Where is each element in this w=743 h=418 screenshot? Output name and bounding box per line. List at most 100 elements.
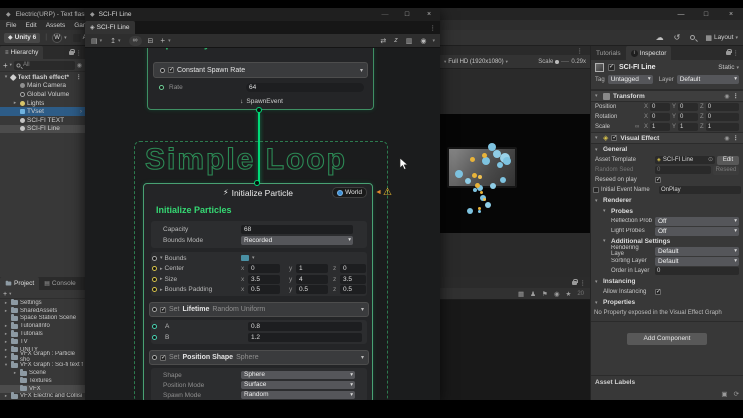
project-folder-row[interactable]: ▸ Scene [0,369,85,377]
minimize-button[interactable]: — [377,11,393,18]
hierarchy-item[interactable]: SCI-FI TEXT [0,116,85,125]
y-field[interactable]: 1 [678,123,699,131]
expander-icon[interactable]: ▸ [3,339,9,345]
chevron-down-icon[interactable]: ▾ [118,38,121,44]
init-input-port[interactable] [254,180,260,186]
expander-icon[interactable]: ▸ [3,393,9,399]
z-field[interactable]: 1 [705,123,739,131]
block-enabled-checkbox[interactable] [160,354,166,361]
tab-hierarchy[interactable]: ≡ Hierarchy [0,46,44,59]
view-control-icon[interactable]: ♟ [530,290,536,298]
value-field[interactable]: 0.8 [248,322,362,331]
transform-section-header[interactable]: ▾ Transform ◉ ⋮ [591,90,743,102]
tab-vfx-graph[interactable]: ◈ SCI-FI Line [85,21,135,34]
value-port[interactable] [152,287,157,293]
space-badge[interactable]: World [332,187,367,198]
expander-icon[interactable]: ▸ [3,331,9,337]
project-folder-row[interactable]: Textures [0,376,85,385]
reseed-on-play-checkbox[interactable] [655,177,661,183]
y-field[interactable]: 4 [296,274,328,284]
block-port[interactable] [160,67,165,73]
value-port[interactable] [152,276,157,282]
expander-icon[interactable]: ▸ [3,354,9,360]
warning-icon[interactable]: ⚠ [383,187,392,198]
chevron-down-icon[interactable]: ▾ [10,62,12,68]
y-field[interactable]: 0 [678,103,699,111]
kebab-menu-icon[interactable]: ⋮ [733,92,740,100]
value-port[interactable] [152,335,157,340]
press-icon[interactable]: ▣ [721,390,727,398]
kebab-menu-icon[interactable]: ⋮ [577,47,584,55]
enum-dropdown[interactable]: Sphere [241,371,355,379]
expander-icon[interactable]: ▸ [160,287,163,293]
probes-subheader[interactable]: ▾ Probes [591,206,743,216]
instancing-subheader[interactable]: ▾ Instancing [591,276,743,287]
view-control-icon[interactable]: ◉ [554,290,560,298]
separate-icon[interactable]: ⊟ [148,37,154,45]
help-icon[interactable]: ◉ [420,37,426,45]
eye-icon[interactable]: ◉ [77,62,82,69]
item-trailing-icon[interactable]: ⋮ [76,73,83,81]
z-field[interactable]: 0 [705,113,739,121]
hierarchy-item[interactable]: ▾ Text flash effect* ⋮ [0,73,85,82]
expander-icon[interactable]: ▸ [3,323,9,329]
hierarchy-item[interactable]: Global Volume [0,90,85,99]
chevron-down-icon[interactable]: ▾ [168,38,171,44]
chevron-down-icon[interactable]: ▾ [9,291,11,297]
scale-slider-track[interactable] [561,61,570,62]
expander-icon[interactable]: ▸ [12,370,18,376]
layer-dropdown[interactable]: Default [676,75,739,84]
lock-icon[interactable] [572,278,579,285]
setting-dropdown[interactable]: Default [655,246,739,256]
asset-labels[interactable]: Asset Labels [595,379,635,386]
warning-cluster[interactable]: ◄ ⚠ [375,187,392,198]
allow-instancing-checkbox[interactable] [655,289,661,295]
static-dropdown[interactable]: Static ▾ [718,64,739,71]
close-button[interactable]: × [723,11,739,18]
kebab-menu-icon[interactable]: ⋮ [580,279,587,287]
hierarchy-item[interactable]: ▸ Lights [0,99,85,108]
account-avatar[interactable]: W [52,32,63,43]
z-field[interactable]: 3.5 [340,274,366,284]
set-lifetime-block-header[interactable]: Set Lifetime Random Uniform ▾ [149,302,369,317]
expander-icon[interactable]: ▾ [3,362,9,368]
project-folder-row[interactable]: ▸ VFX Graph : Particle sho [0,351,85,363]
lock-icon[interactable] [726,48,733,55]
add-component-button[interactable]: Add Component [627,333,707,345]
tab-tutorials[interactable]: Tutorials [591,46,626,60]
asset-template-field[interactable]: ◈ SCI-FI Line ⊙ [655,156,715,164]
search-icon[interactable] [690,35,696,40]
view-control-icon[interactable]: ★ [565,290,571,298]
menu-item[interactable]: Assets [46,22,66,29]
x-field[interactable]: 0 [650,103,671,111]
view-control-icon[interactable]: ⚑ [542,290,548,298]
chevron-down-icon[interactable]: ▾ [432,38,435,44]
enum-dropdown[interactable]: Random [241,391,355,399]
history-icon[interactable]: ↺ [674,33,681,42]
block-enabled-checkbox[interactable] [160,306,166,313]
general-subheader[interactable]: ▾ General [591,144,743,155]
chevron-down-icon[interactable]: ▾ [360,67,363,74]
x-field[interactable]: 1 [650,123,671,131]
object-picker-icon[interactable]: ⊙ [708,156,713,164]
chevron-down-icon[interactable]: ▾ [252,255,255,261]
project-folder-row[interactable]: ▸ TutorialInfo [0,322,85,330]
cloud-icon[interactable]: ☁ [656,33,664,42]
x-field[interactable]: 0.5 [248,285,280,295]
project-folder-row[interactable]: ▸ SharedAssets [0,306,85,315]
initialize-particle-node[interactable]: ⚡ Initialize Particle World Initialize P… [143,183,373,400]
component-enabled-checkbox[interactable] [611,135,618,141]
initial-event-checkbox[interactable] [593,187,599,193]
kebab-menu-icon[interactable]: ⋮ [430,24,437,32]
enum-dropdown[interactable]: Surface [241,381,355,389]
probe-dropdown[interactable]: Off [655,216,739,226]
rate-port[interactable] [159,85,164,90]
probe-dropdown[interactable]: Off [655,226,739,236]
chevron-down-icon[interactable]: ▾ [506,59,508,65]
blackboard-icon[interactable]: ▥ [406,37,413,45]
init-node-titlebar[interactable]: ⚡ Initialize Particle World [144,184,372,201]
bounds-mode-dropdown[interactable]: Recorded [241,236,353,245]
project-folder-row[interactable]: ▸ TV [0,337,85,346]
x-field[interactable]: 0 [248,264,280,274]
services-icon[interactable] [72,33,81,42]
